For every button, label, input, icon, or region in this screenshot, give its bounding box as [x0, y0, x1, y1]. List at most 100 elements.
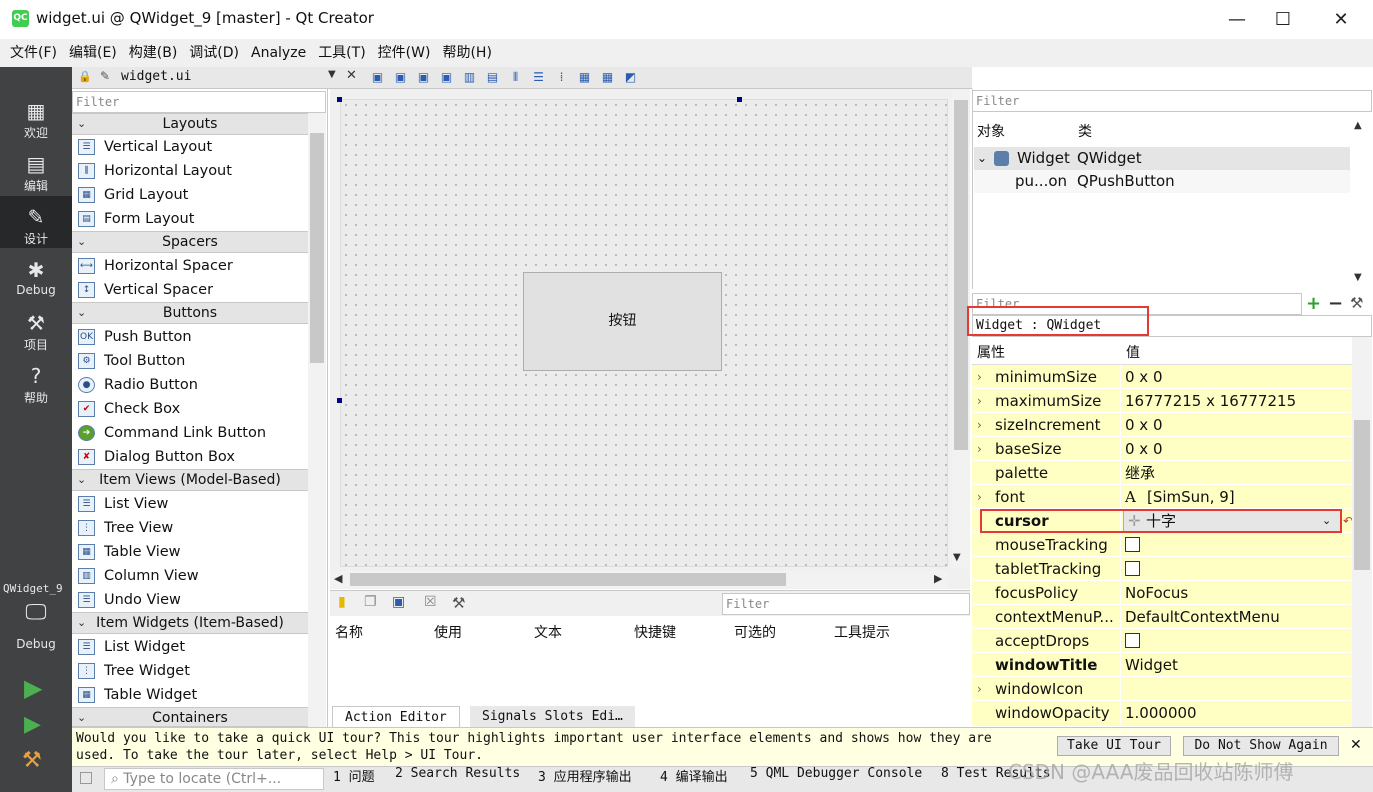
- column-header-shortcut[interactable]: 快捷键: [634, 622, 676, 642]
- object-row-pushbutton[interactable]: pu...on QPushButton: [974, 170, 1350, 193]
- property-row-windowtitle[interactable]: windowTitle Widget: [972, 653, 1352, 677]
- layout-horizontal-icon[interactable]: ▥: [462, 70, 477, 85]
- widget-push-button[interactable]: OK Push Button: [72, 325, 308, 349]
- widget-table-view[interactable]: ▦ Table View: [72, 540, 308, 564]
- menu-tools[interactable]: 工具(T): [312, 39, 371, 67]
- resize-handle[interactable]: [737, 97, 742, 102]
- category-item-views[interactable]: ⌄ Item Views (Model-Based): [72, 469, 308, 491]
- mode-edit[interactable]: ▤ 编辑: [0, 149, 72, 201]
- widgetbox-scroll-thumb[interactable]: [310, 133, 324, 363]
- value-column-header[interactable]: 值: [1126, 342, 1140, 362]
- object-column-header[interactable]: 对象: [977, 121, 1005, 141]
- break-layout-icon[interactable]: ▦: [600, 70, 615, 85]
- menu-widgets[interactable]: 控件(W): [372, 39, 437, 67]
- category-layouts[interactable]: ⌄ Layouts: [72, 113, 308, 135]
- widget-check-box[interactable]: ✔ Check Box: [72, 397, 308, 421]
- layout-grid-icon[interactable]: ▦: [577, 70, 592, 85]
- menu-help[interactable]: 帮助(H): [436, 39, 497, 67]
- splitter-vertical-icon[interactable]: ☰: [531, 70, 546, 85]
- object-filter[interactable]: Filter: [972, 90, 1372, 112]
- output-tab-application-output[interactable]: 3 应用程序输出: [538, 766, 632, 792]
- property-value[interactable]: 0 x 0: [1125, 365, 1163, 389]
- property-row-mousetracking[interactable]: mouseTracking: [972, 533, 1352, 557]
- property-row-sizeincrement[interactable]: › sizeIncrement 0 x 0: [972, 413, 1352, 437]
- widget-undo-view[interactable]: ☰ Undo View: [72, 588, 308, 612]
- property-value[interactable]: 16777215 x 16777215: [1125, 389, 1296, 413]
- class-column-header[interactable]: 类: [1078, 121, 1092, 141]
- menu-edit[interactable]: 编辑(E): [63, 39, 123, 67]
- column-header-text[interactable]: 文本: [534, 622, 562, 642]
- widget-vertical-layout[interactable]: ☰ Vertical Layout: [72, 135, 308, 159]
- property-row-windowicon[interactable]: › windowIcon: [972, 677, 1352, 701]
- scroll-up-arrow-icon[interactable]: ▲: [1354, 120, 1362, 131]
- property-value[interactable]: Widget: [1125, 653, 1178, 677]
- property-row-palette[interactable]: palette 继承: [972, 461, 1352, 485]
- adjust-size-icon[interactable]: ◩: [623, 70, 638, 85]
- column-header-used[interactable]: 使用: [434, 622, 462, 642]
- property-value[interactable]: 继承: [1125, 461, 1155, 485]
- column-header-tooltip[interactable]: 工具提示: [834, 622, 890, 642]
- edit-tab-order-icon[interactable]: ▣: [439, 70, 454, 85]
- chevron-down-icon[interactable]: ▼: [328, 69, 336, 80]
- category-buttons[interactable]: ⌄ Buttons: [72, 302, 308, 324]
- tab-signals-slots-editor[interactable]: Signals Slots Edi…: [470, 706, 635, 727]
- property-row-windowopacity[interactable]: windowOpacity 1.000000: [972, 701, 1352, 727]
- widget-horizontal-spacer[interactable]: ⟷ Horizontal Spacer: [72, 254, 308, 278]
- property-column-header[interactable]: 属性: [977, 342, 1005, 362]
- widgetbox-filter[interactable]: Filter: [72, 91, 326, 113]
- configure-wrench-icon[interactable]: ⚒: [1350, 294, 1363, 312]
- widget-list-view[interactable]: ☰ List View: [72, 492, 308, 516]
- output-tab-issues[interactable]: 1 问题: [333, 766, 375, 792]
- maximize-button[interactable]: ☐: [1260, 0, 1306, 39]
- mousetracking-checkbox[interactable]: [1125, 537, 1140, 552]
- canvas-horizontal-scroll-thumb[interactable]: [350, 573, 786, 586]
- paste-action-icon[interactable]: ▣: [392, 594, 405, 610]
- run-icon[interactable]: ▶: [24, 674, 42, 702]
- mode-design[interactable]: ✎ 设计: [0, 196, 72, 248]
- add-dynamic-property-icon[interactable]: +: [1306, 293, 1321, 314]
- widget-vertical-spacer[interactable]: ↕ Vertical Spacer: [72, 278, 308, 302]
- menu-file[interactable]: 文件(F): [4, 39, 63, 67]
- configure-wrench-icon[interactable]: ⚒: [452, 594, 465, 612]
- widget-table-widget[interactable]: ▦ Table Widget: [72, 683, 308, 707]
- splitter-horizontal-icon[interactable]: ⫴: [508, 70, 523, 85]
- widget-form-layout[interactable]: ▤ Form Layout: [72, 207, 308, 231]
- scroll-down-arrow-icon[interactable]: ▼: [953, 552, 961, 563]
- widget-command-link-button[interactable]: ➔ Command Link Button: [72, 421, 308, 445]
- menu-debug[interactable]: 调试(D): [183, 39, 245, 67]
- resize-handle[interactable]: [337, 398, 342, 403]
- monitor-icon[interactable]: 🖵: [0, 600, 72, 625]
- column-header-name[interactable]: 名称: [335, 622, 363, 642]
- form-push-button[interactable]: 按钮: [523, 272, 722, 371]
- tablettracking-checkbox[interactable]: [1125, 561, 1140, 576]
- close-tour-icon[interactable]: ✕: [1350, 737, 1362, 753]
- layout-vertical-icon[interactable]: ▤: [485, 70, 500, 85]
- widget-column-view[interactable]: ▥ Column View: [72, 564, 308, 588]
- edit-buddies-icon[interactable]: ▣: [416, 70, 431, 85]
- property-value[interactable]: NoFocus: [1125, 581, 1188, 605]
- layout-form-icon[interactable]: ⁞: [554, 70, 569, 85]
- copy-action-icon[interactable]: ❐: [364, 594, 377, 610]
- scroll-down-arrow-icon[interactable]: ▼: [1354, 272, 1362, 283]
- property-row-tablettracking[interactable]: tabletTracking: [972, 557, 1352, 581]
- property-row-acceptdrops[interactable]: acceptDrops: [972, 629, 1352, 653]
- remove-dynamic-property-icon[interactable]: −: [1328, 293, 1343, 314]
- action-filter[interactable]: Filter: [722, 593, 970, 615]
- mode-projects[interactable]: ⚒ 项目: [0, 308, 72, 360]
- widget-tree-widget[interactable]: ⋮ Tree Widget: [72, 659, 308, 683]
- property-scroll-thumb[interactable]: [1354, 420, 1370, 570]
- column-header-checkable[interactable]: 可选的: [734, 622, 776, 642]
- build-hammer-icon[interactable]: ⚒: [22, 748, 42, 773]
- scroll-left-arrow-icon[interactable]: ◀: [334, 572, 342, 585]
- acceptdrops-checkbox[interactable]: [1125, 633, 1140, 648]
- property-value[interactable]: DefaultContextMenu: [1125, 605, 1280, 629]
- category-item-widgets[interactable]: ⌄ Item Widgets (Item-Based): [72, 612, 308, 634]
- debug-run-icon[interactable]: ▶: [24, 712, 41, 737]
- property-row-basesize[interactable]: › baseSize 0 x 0: [972, 437, 1352, 461]
- delete-action-icon[interactable]: ☒: [424, 594, 437, 610]
- widget-dialog-button-box[interactable]: ✘ Dialog Button Box: [72, 445, 308, 469]
- widget-horizontal-layout[interactable]: ⫼ Horizontal Layout: [72, 159, 308, 183]
- mode-help[interactable]: ? 帮助: [0, 361, 72, 413]
- object-row-widget[interactable]: ⌄ Widget QWidget: [974, 147, 1350, 170]
- menu-analyze[interactable]: Analyze: [245, 39, 312, 67]
